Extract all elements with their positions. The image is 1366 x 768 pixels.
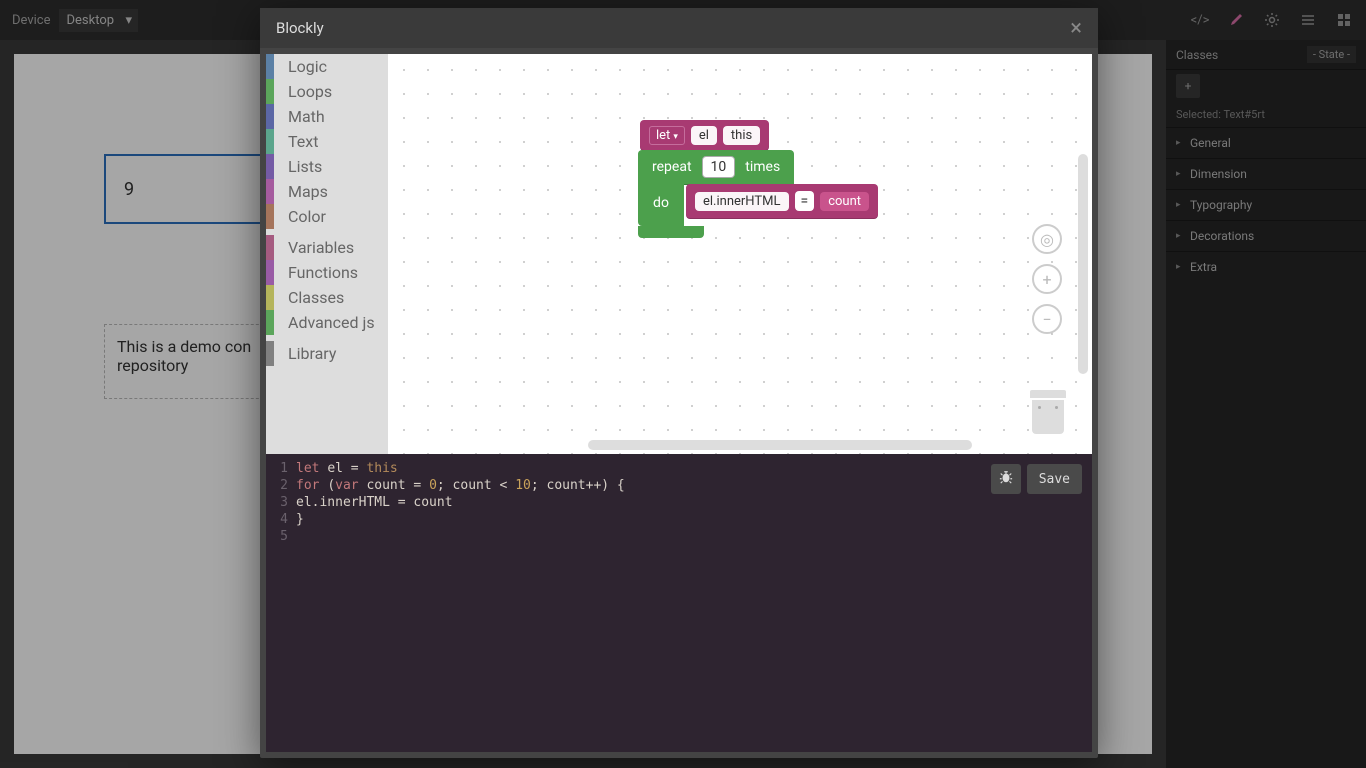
workspace-bg bbox=[388, 54, 1092, 454]
toolbox-item-variables[interactable]: Variables bbox=[266, 235, 388, 260]
toolbox-item-library[interactable]: Library bbox=[266, 341, 388, 366]
toolbox-stripe bbox=[266, 54, 274, 79]
zoom-in-button[interactable]: + bbox=[1032, 264, 1062, 294]
toolbox-item-label: Text bbox=[288, 132, 318, 151]
set-target[interactable]: el.innerHTML bbox=[695, 192, 789, 211]
code-buttons: Save bbox=[991, 464, 1082, 494]
trash-icon[interactable] bbox=[1030, 390, 1066, 434]
repeat-count[interactable]: 10 bbox=[702, 156, 736, 178]
toolbox-stripe bbox=[266, 285, 274, 310]
toolbox-stripe bbox=[266, 179, 274, 204]
toolbox-item-label: Logic bbox=[288, 57, 327, 76]
save-button[interactable]: Save bbox=[1027, 464, 1082, 494]
toolbox-stripe bbox=[266, 260, 274, 285]
zoom-out-button[interactable]: − bbox=[1032, 304, 1062, 334]
toolbox-item-classes[interactable]: Classes bbox=[266, 285, 388, 310]
toolbox-item-label: Color bbox=[288, 207, 326, 226]
toolbox-item-color[interactable]: Color bbox=[266, 204, 388, 229]
toolbox-item-label: Loops bbox=[288, 82, 332, 101]
toolbox-item-label: Variables bbox=[288, 238, 354, 257]
toolbox-stripe bbox=[266, 129, 274, 154]
let-var[interactable]: el bbox=[691, 126, 717, 145]
set-value[interactable]: count bbox=[820, 192, 869, 211]
modal-title: Blockly bbox=[276, 19, 324, 37]
toolbox-item-label: Maps bbox=[288, 182, 328, 201]
toolbox-item-label: Library bbox=[288, 344, 336, 363]
toolbox-stripe bbox=[266, 154, 274, 179]
toolbox-item-text[interactable]: Text bbox=[266, 129, 388, 154]
toolbox-stripe bbox=[266, 341, 274, 366]
toolbox-item-label: Math bbox=[288, 107, 325, 126]
toolbox-stripe bbox=[266, 79, 274, 104]
blockly-toolbox: Logic Loops Math Text Lists Maps Color Variable… bbox=[266, 54, 388, 454]
blockly-workspace[interactable]: let el this repeat 10 times do el.innerH… bbox=[388, 54, 1092, 454]
toolbox-stripe bbox=[266, 310, 274, 335]
toolbox-stripe bbox=[266, 235, 274, 260]
block-repeat[interactable]: repeat 10 times bbox=[638, 150, 794, 184]
repeat-keyword: repeat bbox=[646, 159, 698, 175]
repeat-times: times bbox=[739, 159, 786, 175]
workspace-scrollbar-vertical[interactable] bbox=[1078, 154, 1088, 374]
workspace-scrollbar-horizontal[interactable] bbox=[588, 440, 972, 450]
set-op[interactable]: = bbox=[795, 191, 815, 211]
toolbox-item-loops[interactable]: Loops bbox=[266, 79, 388, 104]
toolbox-stripe bbox=[266, 204, 274, 229]
let-value[interactable]: this bbox=[723, 126, 760, 145]
block-set[interactable]: el.innerHTML = count bbox=[686, 184, 878, 218]
repeat-foot bbox=[638, 226, 704, 238]
toolbox-item-label: Classes bbox=[288, 288, 344, 307]
toolbox-item-lists[interactable]: Lists bbox=[266, 154, 388, 179]
toolbox-item-maps[interactable]: Maps bbox=[266, 179, 388, 204]
blockly-modal: Blockly × Logic Loops Math Text Lists Maps Col… bbox=[260, 8, 1098, 758]
repeat-do: do bbox=[638, 180, 684, 226]
code-lines: let el = thisfor (var count = 0; count <… bbox=[296, 460, 625, 545]
code-gutter: 12345 bbox=[266, 460, 292, 545]
toolbox-item-math[interactable]: Math bbox=[266, 104, 388, 129]
toolbox-item-label: Lists bbox=[288, 157, 322, 176]
center-workspace-button[interactable]: ◎ bbox=[1032, 224, 1062, 254]
blockly-area: Logic Loops Math Text Lists Maps Color Variable… bbox=[266, 54, 1092, 454]
toolbox-item-label: Advanced js bbox=[288, 313, 375, 332]
block-let[interactable]: let el this bbox=[640, 120, 769, 150]
toolbox-stripe bbox=[266, 104, 274, 129]
toolbox-item-label: Functions bbox=[288, 263, 358, 282]
code-area[interactable]: 12345 let el = thisfor (var count = 0; c… bbox=[266, 454, 1092, 752]
toolbox-item-functions[interactable]: Functions bbox=[266, 260, 388, 285]
debug-button[interactable] bbox=[991, 464, 1021, 494]
close-icon[interactable]: × bbox=[1070, 16, 1082, 41]
toolbox-item-advanced-js[interactable]: Advanced js bbox=[266, 310, 388, 335]
toolbox-item-logic[interactable]: Logic bbox=[266, 54, 388, 79]
let-keyword[interactable]: let bbox=[649, 126, 685, 145]
modal-header: Blockly × bbox=[260, 8, 1098, 48]
